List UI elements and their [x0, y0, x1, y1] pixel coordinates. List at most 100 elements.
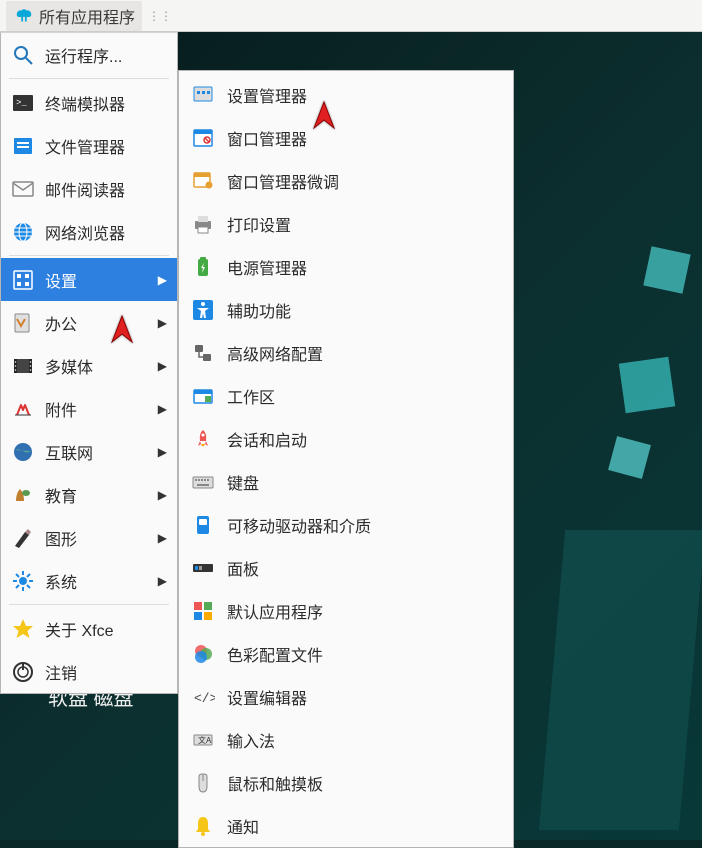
- svg-text:文A: 文A: [198, 735, 212, 745]
- submenu-arrow-icon: ▶: [158, 359, 167, 373]
- submenu-item-workspaces[interactable]: 工作区: [179, 374, 513, 417]
- battery-icon: [191, 255, 215, 279]
- submenu-item-label: 色彩配置文件: [227, 642, 323, 666]
- window-manager-tweaks-icon: [191, 169, 215, 193]
- color-icon: [191, 642, 215, 666]
- submenu-item-mouse-touchpad[interactable]: 鼠标和触摸板: [179, 761, 513, 804]
- submenu-arrow-icon: ▶: [158, 574, 167, 588]
- submenu-item-accessibility[interactable]: 辅助功能: [179, 288, 513, 331]
- menu-item-label: 教育: [45, 483, 148, 507]
- submenu-item-label: 窗口管理器微调: [227, 169, 339, 193]
- submenu-item-power-manager[interactable]: 电源管理器: [179, 245, 513, 288]
- submenu-item-keyboard[interactable]: 键盘: [179, 460, 513, 503]
- menu-item-label: 网络浏览器: [45, 220, 167, 244]
- menu-item-label: 互联网: [45, 440, 148, 464]
- menu-item-multimedia[interactable]: 多媒体 ▶: [1, 344, 177, 387]
- submenu-item-label: 默认应用程序: [227, 599, 323, 623]
- submenu-item-label: 鼠标和触摸板: [227, 771, 323, 795]
- menu-item-terminal[interactable]: >_ 终端模拟器: [1, 81, 177, 124]
- menu-item-web-browser[interactable]: 网络浏览器: [1, 210, 177, 253]
- search-icon: [11, 43, 35, 67]
- removable-media-icon: [191, 513, 215, 537]
- submenu-item-label: 设置管理器: [227, 83, 307, 107]
- submenu-item-settings-manager[interactable]: 设置管理器: [179, 73, 513, 116]
- menu-item-settings[interactable]: 设置 ▶: [1, 258, 177, 301]
- submenu-item-label: 会话和启动: [227, 427, 307, 451]
- submenu-arrow-icon: ▶: [158, 402, 167, 416]
- menu-separator: [9, 78, 169, 79]
- menu-item-about-xfce[interactable]: 关于 Xfce: [1, 607, 177, 650]
- submenu-item-panel[interactable]: 面板: [179, 546, 513, 589]
- menu-item-label: 终端模拟器: [45, 91, 167, 115]
- menu-item-label: 设置: [45, 268, 148, 292]
- submenu-item-input-method[interactable]: 文A 输入法: [179, 718, 513, 761]
- panel-icon: [191, 556, 215, 580]
- submenu-item-label: 辅助功能: [227, 298, 291, 322]
- logout-icon: [11, 660, 35, 684]
- system-icon: [11, 569, 35, 593]
- menu-item-internet[interactable]: 互联网 ▶: [1, 430, 177, 473]
- settings-submenu: 设置管理器 窗口管理器 窗口管理器微调 打印设置 电源管理器 辅助功能 高级: [178, 70, 514, 848]
- submenu-item-window-manager[interactable]: 窗口管理器: [179, 116, 513, 159]
- submenu-item-window-manager-tweaks[interactable]: 窗口管理器微调: [179, 159, 513, 202]
- submenu-item-removable-media[interactable]: 可移动驱动器和介质: [179, 503, 513, 546]
- submenu-item-label: 工作区: [227, 384, 275, 408]
- menu-item-label: 图形: [45, 526, 148, 550]
- xfce-logo-icon: [13, 5, 35, 27]
- submenu-item-label: 键盘: [227, 470, 259, 494]
- submenu-item-settings-editor[interactable]: </> 设置编辑器: [179, 675, 513, 718]
- terminal-icon: >_: [11, 91, 35, 115]
- settings-category-icon: [11, 268, 35, 292]
- menu-item-system[interactable]: 系统 ▶: [1, 559, 177, 602]
- taskbar-panel: 所有应用程序 ⋮⋮: [0, 0, 702, 32]
- submenu-item-label: 打印设置: [227, 212, 291, 236]
- settings-manager-icon: [191, 83, 215, 107]
- applications-menu-button[interactable]: 所有应用程序: [6, 1, 142, 31]
- submenu-item-default-applications[interactable]: 默认应用程序: [179, 589, 513, 632]
- menu-item-file-manager[interactable]: 文件管理器: [1, 124, 177, 167]
- submenu-item-label: 面板: [227, 556, 259, 580]
- menu-item-label: 邮件阅读器: [45, 177, 167, 201]
- applications-menu-label: 所有应用程序: [39, 4, 135, 28]
- globe-icon: [11, 220, 35, 244]
- menu-item-label: 注销: [45, 660, 167, 684]
- menu-item-education[interactable]: 教育 ▶: [1, 473, 177, 516]
- panel-grip-icon: ⋮⋮: [148, 10, 172, 22]
- menu-item-office[interactable]: 办公 ▶: [1, 301, 177, 344]
- menu-item-label: 文件管理器: [45, 134, 167, 158]
- menu-item-mail-reader[interactable]: 邮件阅读器: [1, 167, 177, 210]
- submenu-item-print-settings[interactable]: 打印设置: [179, 202, 513, 245]
- submenu-item-label: 窗口管理器: [227, 126, 307, 150]
- submenu-item-advanced-network[interactable]: 高级网络配置: [179, 331, 513, 374]
- menu-item-logout[interactable]: 注销: [1, 650, 177, 693]
- internet-icon: [11, 440, 35, 464]
- submenu-arrow-icon: ▶: [158, 273, 167, 287]
- submenu-arrow-icon: ▶: [158, 531, 167, 545]
- accessories-icon: [11, 397, 35, 421]
- applications-main-menu: 运行程序... >_ 终端模拟器 文件管理器 邮件阅读器 网络浏览器 设置 ▶: [0, 32, 178, 694]
- menu-item-label: 运行程序...: [45, 43, 167, 67]
- submenu-arrow-icon: ▶: [158, 488, 167, 502]
- submenu-item-label: 输入法: [227, 728, 275, 752]
- menu-item-label: 多媒体: [45, 354, 148, 378]
- education-icon: [11, 483, 35, 507]
- submenu-item-notifications[interactable]: 通知: [179, 804, 513, 847]
- submenu-item-session-startup[interactable]: 会话和启动: [179, 417, 513, 460]
- svg-text:</>: </>: [194, 691, 215, 706]
- menu-item-label: 系统: [45, 569, 148, 593]
- menu-item-accessories[interactable]: 附件 ▶: [1, 387, 177, 430]
- menu-item-graphics[interactable]: 图形 ▶: [1, 516, 177, 559]
- submenu-item-label: 可移动驱动器和介质: [227, 513, 371, 537]
- submenu-arrow-icon: ▶: [158, 445, 167, 459]
- submenu-arrow-icon: ▶: [158, 316, 167, 330]
- submenu-item-color-profiles[interactable]: 色彩配置文件: [179, 632, 513, 675]
- menu-item-run-program[interactable]: 运行程序...: [1, 33, 177, 76]
- submenu-item-label: 设置编辑器: [227, 685, 307, 709]
- menu-item-label: 办公: [45, 311, 148, 335]
- default-apps-icon: [191, 599, 215, 623]
- menu-separator: [9, 255, 169, 256]
- multimedia-icon: [11, 354, 35, 378]
- svg-text:>_: >_: [16, 98, 27, 108]
- submenu-item-label: 高级网络配置: [227, 341, 323, 365]
- menu-item-label: 关于 Xfce: [45, 617, 167, 641]
